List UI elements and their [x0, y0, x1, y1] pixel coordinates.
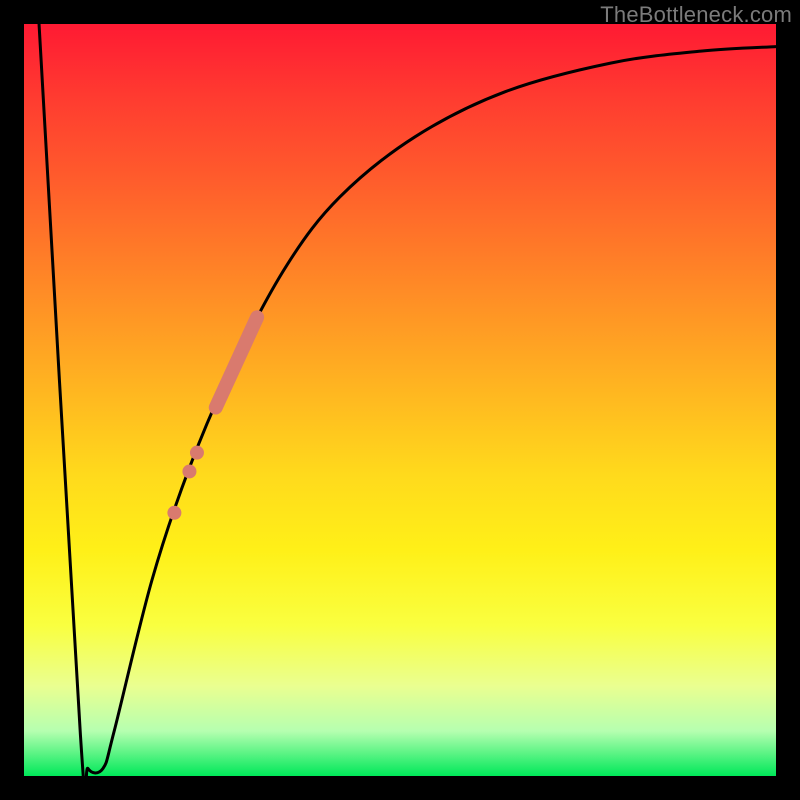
plot-frame: TheBottleneck.com [0, 0, 800, 800]
bottleneck-curve [39, 24, 776, 776]
highlight-band [216, 317, 257, 407]
plot-area [24, 24, 776, 776]
attribution-label: TheBottleneck.com [600, 2, 792, 28]
curve-layer [24, 24, 776, 776]
scatter-dot [190, 446, 204, 460]
scatter-dot [167, 506, 181, 520]
scatter-dot [182, 464, 196, 478]
